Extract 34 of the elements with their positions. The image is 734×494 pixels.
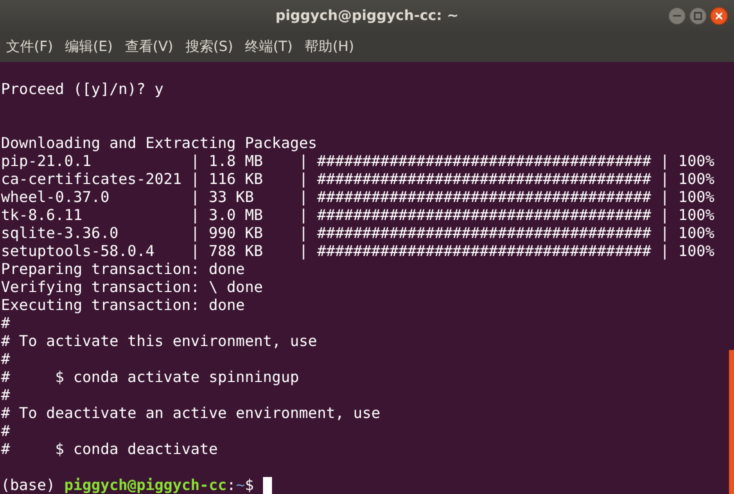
close-button[interactable]	[710, 7, 728, 25]
terminal-line: wheel-0.37.0 | 33 KB | ##################################### | 100%	[1, 188, 714, 206]
terminal-line: setuptools-58.0.4 | 788 KB | ##################################### | 100%	[1, 242, 714, 260]
window-title: piggych@piggych-cc: ~	[275, 6, 459, 26]
terminal-line: # $ conda activate spinningup	[1, 368, 300, 386]
terminal-line: #	[1, 314, 10, 332]
terminal-line: sqlite-3.36.0 | 990 KB | ##################################### | 100%	[1, 224, 714, 242]
shell-prompt: (base) piggych@piggych-cc:~$	[1, 476, 255, 494]
menu-item[interactable]: 搜索(S)	[185, 36, 234, 58]
terminal-line: #	[1, 350, 10, 368]
menu-item[interactable]: 文件(F)	[6, 36, 53, 58]
terminal-line: Executing transaction: done	[1, 296, 245, 314]
maximize-icon	[694, 12, 702, 20]
menu-item[interactable]: 编辑(E)	[64, 36, 113, 58]
terminal-line: #	[1, 422, 10, 440]
terminal-line: Preparing transaction: done	[1, 260, 245, 278]
minimize-icon	[673, 15, 681, 17]
terminal-line: # To activate this environment, use	[1, 332, 318, 350]
terminal-line: #	[1, 386, 10, 404]
text-cursor	[262, 476, 272, 494]
menu-item[interactable]: 帮助(H)	[304, 36, 354, 58]
terminal-line: Downloading and Extracting Packages	[1, 134, 318, 152]
terminal-line: ca-certificates-2021 | 116 KB | ##################################### | 100%	[1, 170, 714, 188]
minimize-button[interactable]	[668, 7, 686, 25]
terminal-line: pip-21.0.1 | 1.8 MB | ##################################### | 100%	[1, 152, 714, 170]
close-icon	[715, 12, 723, 20]
terminal-line: # To deactivate an active environment, use	[1, 404, 380, 422]
terminal-line: # $ conda deactivate	[1, 440, 218, 458]
scrollbar-thumb[interactable]	[729, 350, 734, 494]
terminal-line: Verifying transaction: \ done	[1, 278, 263, 296]
menu-item[interactable]: 终端(T)	[245, 36, 293, 58]
menu-item[interactable]: 查看(V)	[124, 36, 174, 58]
terminal-line: tk-8.6.11 | 3.0 MB | ##################################### | 100%	[1, 206, 714, 224]
terminal-line: Proceed ([y]/n)? y	[1, 80, 164, 98]
